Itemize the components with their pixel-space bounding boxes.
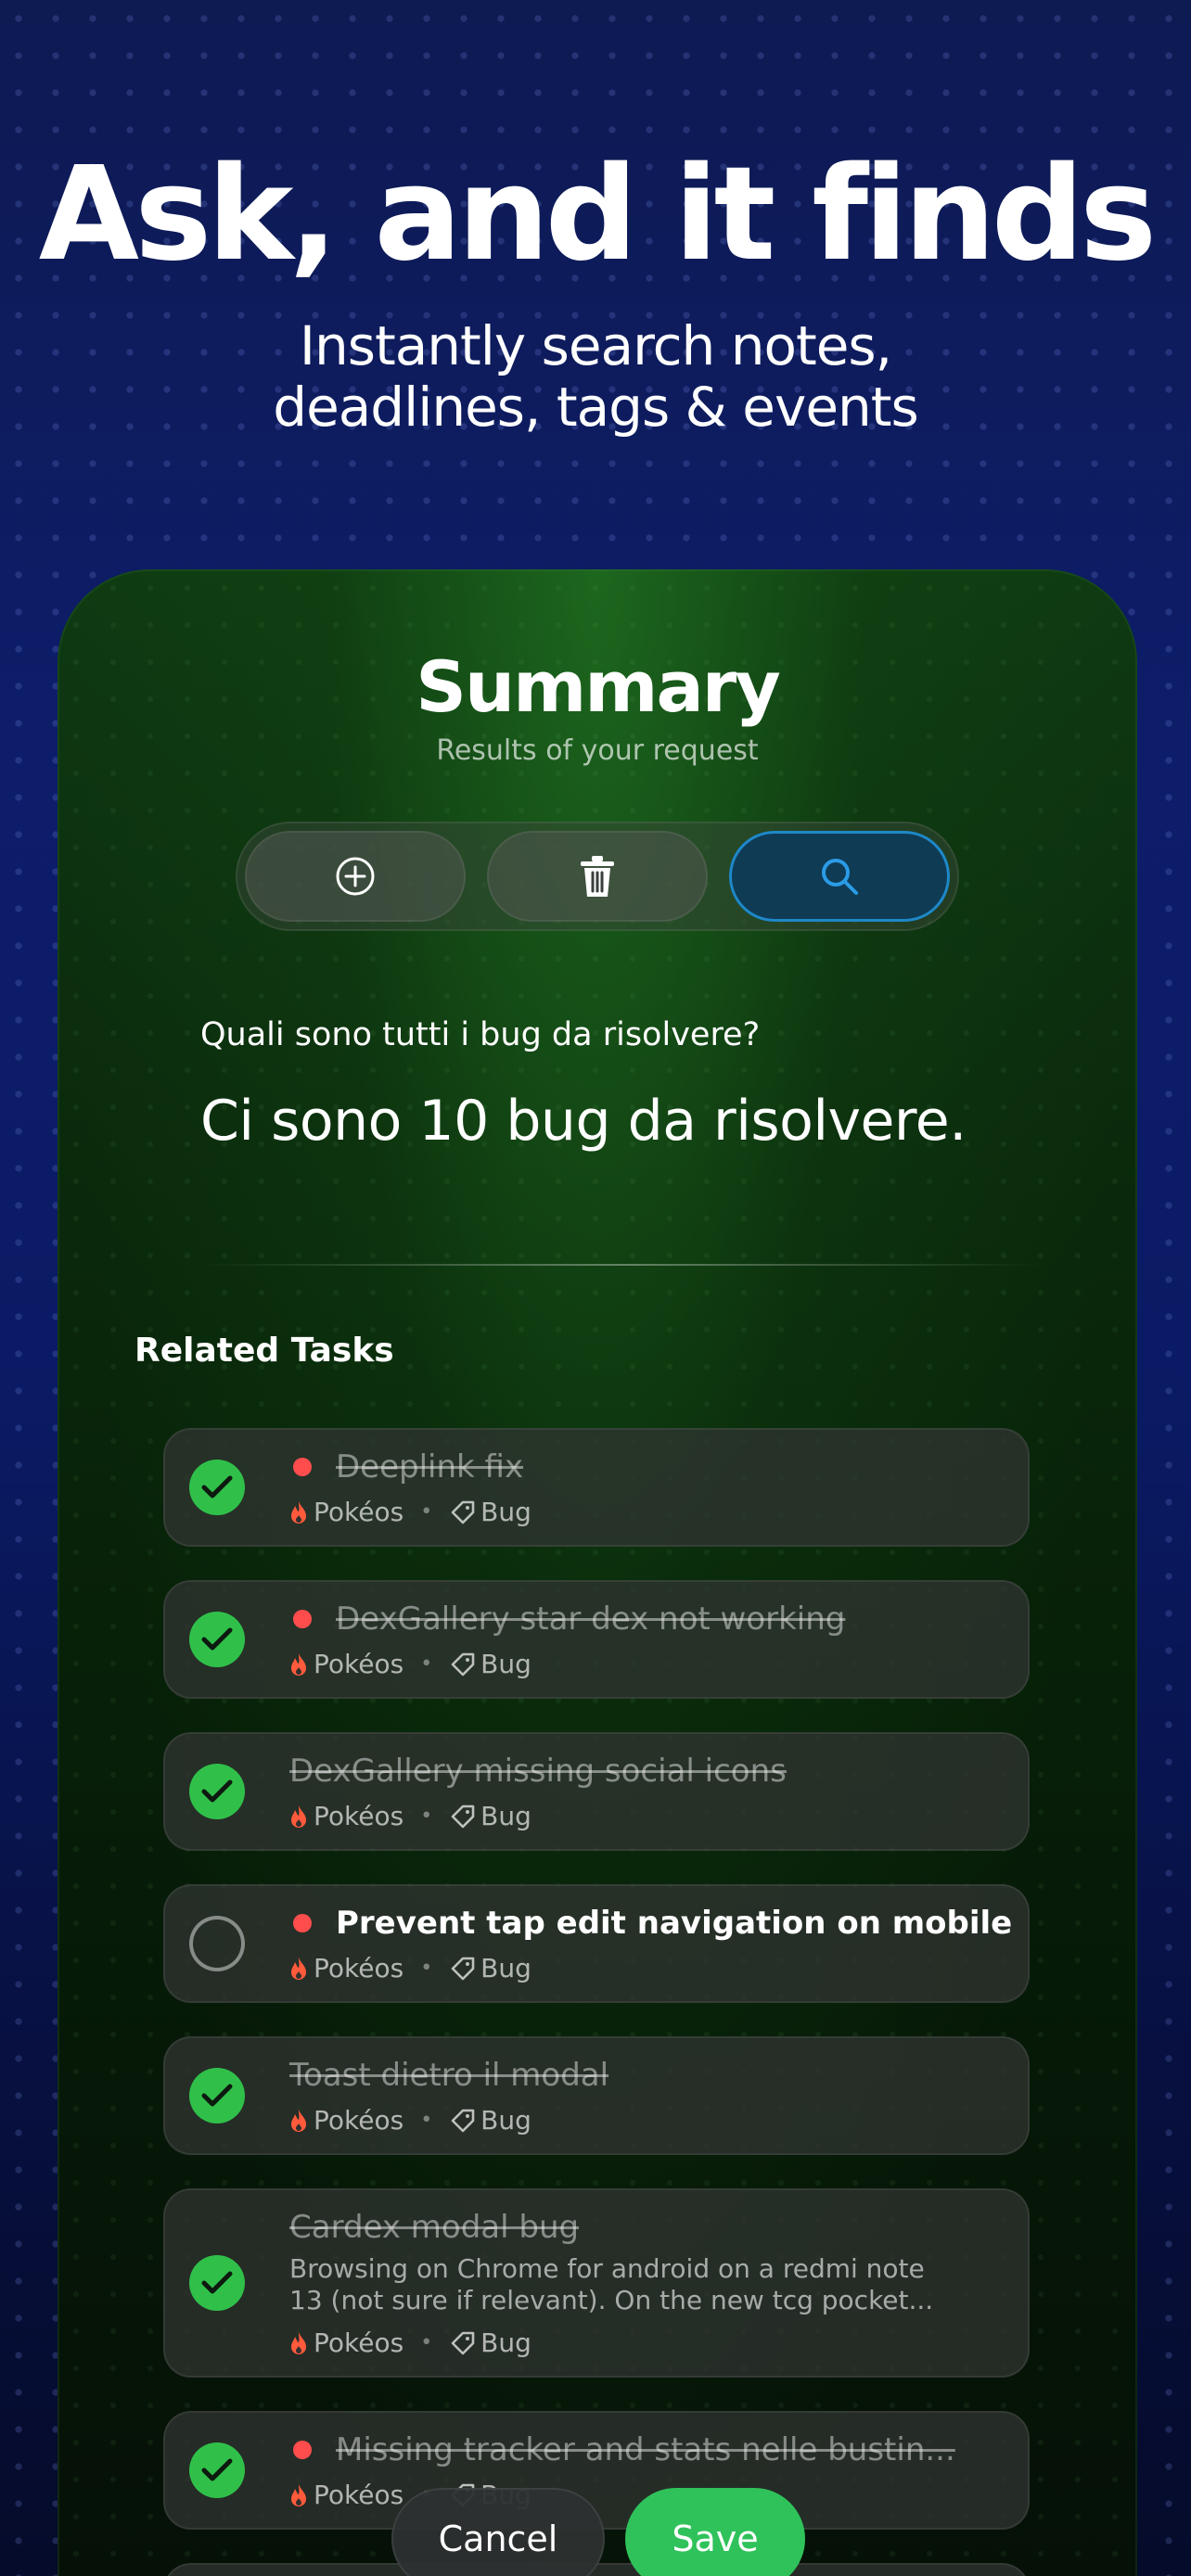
priority-dot xyxy=(293,2441,312,2459)
checkmark-icon xyxy=(201,2458,233,2481)
task-checkbox[interactable] xyxy=(189,2255,245,2311)
task-project: Pokéos xyxy=(314,1801,404,1831)
separator-dot: • xyxy=(420,1804,433,1828)
save-button[interactable]: Save xyxy=(625,2488,805,2576)
tag-icon xyxy=(451,1957,475,1980)
action-segmented-control xyxy=(236,822,959,931)
task-checkbox[interactable] xyxy=(189,1916,245,1971)
summary-subtitle: Results of your request xyxy=(436,734,759,767)
checkmark-icon xyxy=(201,1475,233,1498)
task-title: Cardex modal bug xyxy=(289,2209,580,2246)
related-tasks-heading: Related Tasks xyxy=(134,1332,394,1370)
task-tag: Bug xyxy=(480,1497,531,1527)
flame-icon xyxy=(291,1804,306,1828)
task-checkbox[interactable] xyxy=(189,1460,245,1515)
task-description-line1: Browsing on Chrome for android on a redm… xyxy=(289,2253,925,2284)
task-meta: Pokéos • Bug xyxy=(288,1953,531,1983)
divider xyxy=(200,1264,1044,1266)
flame-icon xyxy=(291,2483,306,2506)
task-checkbox[interactable] xyxy=(189,2068,245,2123)
hero-subtitle: Instantly search notes, deadlines, tags … xyxy=(0,315,1191,438)
task-meta: Pokéos • Bug xyxy=(288,1649,531,1679)
task-row[interactable]: DexGallery missing social icons Pokéos •… xyxy=(163,1732,1030,1851)
separator-dot: • xyxy=(420,2331,433,2354)
flame-icon xyxy=(291,2331,306,2354)
separator-dot: • xyxy=(420,2109,433,2132)
task-project: Pokéos xyxy=(314,1497,404,1527)
tag-icon xyxy=(451,1804,475,1828)
task-title: Toast dietro il modal xyxy=(289,2057,609,2094)
task-row[interactable]: DexGallery star dex not working Pokéos •… xyxy=(163,1580,1030,1699)
task-project: Pokéos xyxy=(314,2105,404,2136)
checkmark-icon xyxy=(201,1627,233,1651)
task-row[interactable]: Cardex modal bug Browsing on Chrome for … xyxy=(163,2188,1030,2378)
checkmark-icon xyxy=(201,2271,233,2294)
flame-icon xyxy=(291,1957,306,1980)
separator-dot: • xyxy=(420,1652,433,1676)
priority-dot xyxy=(293,1914,312,1932)
tag-icon xyxy=(451,2331,475,2354)
hero-subtitle-line1: Instantly search notes, xyxy=(299,314,892,377)
task-tag: Bug xyxy=(480,1801,531,1831)
query-answer: Ci sono 10 bug da risolvere. xyxy=(200,1089,967,1154)
task-checkbox[interactable] xyxy=(189,1612,245,1667)
task-project: Pokéos xyxy=(314,1953,404,1983)
cancel-button[interactable]: Cancel xyxy=(391,2488,605,2576)
delete-button[interactable] xyxy=(487,831,708,922)
hero-subtitle-line2: deadlines, tags & events xyxy=(273,376,918,439)
task-project: Pokéos xyxy=(314,2327,404,2358)
task-meta: Pokéos • Bug xyxy=(288,2105,531,2136)
separator-dot: • xyxy=(420,1957,433,1980)
task-project: Pokéos xyxy=(314,1649,404,1679)
task-row[interactable]: Toast dietro il modal Pokéos • Bug xyxy=(163,2036,1030,2155)
task-description-line2: 13 (not sure if relevant). On the new tc… xyxy=(289,2285,934,2315)
flame-icon xyxy=(291,1500,306,1524)
task-title: Prevent tap edit navigation on mobile xyxy=(336,1905,1013,1942)
task-row[interactable]: Deeplink fix Pokéos • Bug xyxy=(163,1428,1030,1547)
task-description: Browsing on Chrome for android on a redm… xyxy=(289,2253,976,2316)
task-checkbox[interactable] xyxy=(189,1764,245,1819)
task-title: DexGallery star dex not working xyxy=(336,1600,846,1638)
task-row[interactable]: Prevent tap edit navigation on mobile Po… xyxy=(163,1884,1030,2003)
flame-icon xyxy=(291,1652,306,1676)
task-meta: Pokéos • Bug xyxy=(288,1801,531,1831)
task-checkbox[interactable] xyxy=(189,2442,245,2498)
hero-title: Ask, and it finds xyxy=(38,139,1158,290)
tag-icon xyxy=(451,2109,475,2132)
flame-icon xyxy=(291,2109,306,2132)
checkmark-icon xyxy=(201,1779,233,1803)
priority-dot xyxy=(293,1610,312,1628)
search-icon xyxy=(822,859,858,895)
task-meta: Pokéos • Bug xyxy=(288,1497,531,1527)
add-button[interactable] xyxy=(245,831,466,922)
search-button[interactable] xyxy=(729,831,950,922)
task-title: DexGallery missing social icons xyxy=(289,1753,787,1790)
tag-icon xyxy=(451,1500,475,1524)
task-title: Deeplink fix xyxy=(336,1448,524,1486)
trash-icon xyxy=(581,856,614,897)
task-project: Pokéos xyxy=(314,2480,404,2510)
summary-title: Summary xyxy=(416,645,781,728)
task-meta: Pokéos • Bug xyxy=(288,2327,531,2358)
task-tag: Bug xyxy=(480,2105,531,2136)
checkmark-icon xyxy=(201,2084,233,2107)
task-title: Missing tracker and stats nelle bustin..… xyxy=(336,2431,955,2468)
separator-dot: • xyxy=(420,1500,433,1524)
task-tag: Bug xyxy=(480,1953,531,1983)
summary-card: Summary Results of your request Quali so… xyxy=(58,569,1137,2576)
tag-icon xyxy=(451,1652,475,1676)
plus-circle-icon xyxy=(336,857,375,896)
task-tag: Bug xyxy=(480,1649,531,1679)
task-tag: Bug xyxy=(480,2327,531,2358)
query-question: Quali sono tutti i bug da risolvere? xyxy=(200,1016,761,1053)
priority-dot xyxy=(293,1458,312,1476)
